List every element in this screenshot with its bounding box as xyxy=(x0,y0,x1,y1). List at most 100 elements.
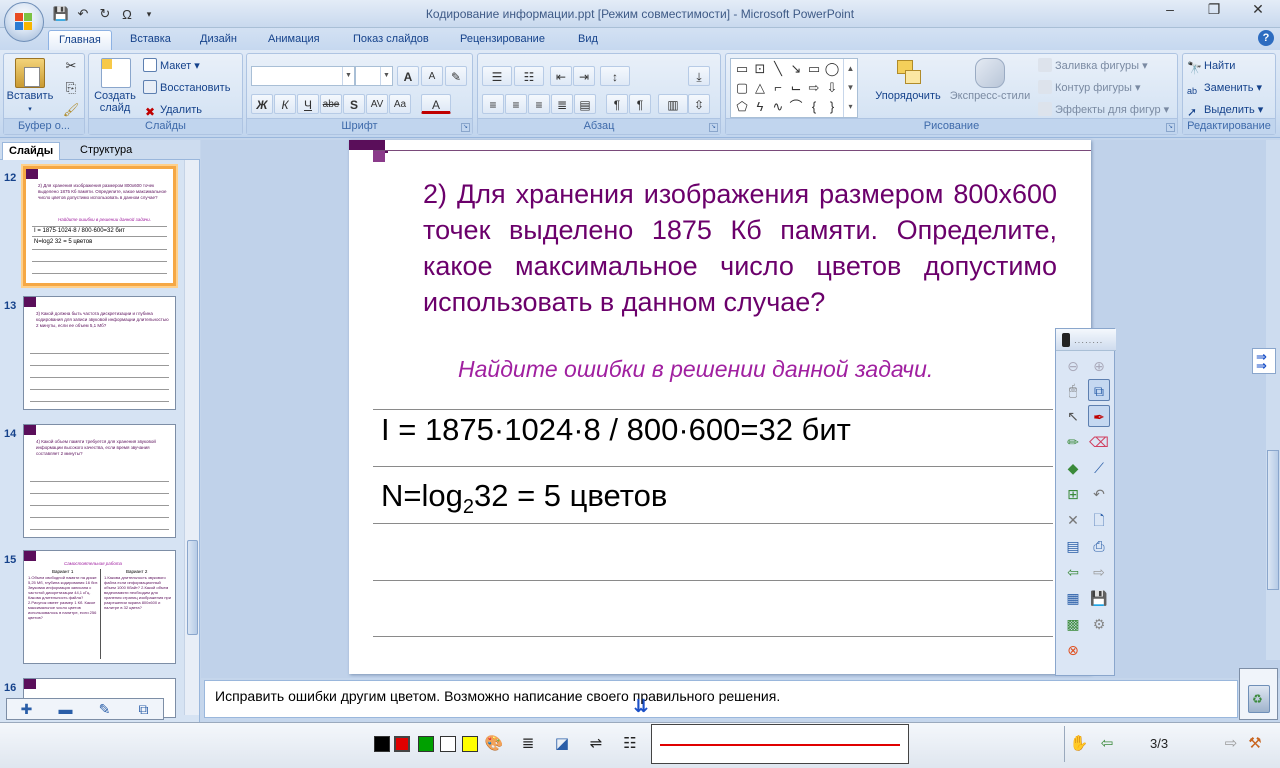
gallery-icon[interactable]: ▩ xyxy=(1062,613,1084,635)
previous-slide-icon[interactable]: ⇦ xyxy=(1096,734,1118,754)
select-button[interactable]: ➚ Выделить ▾ xyxy=(1187,100,1263,120)
font-name-combo[interactable]: ▼ xyxy=(251,66,355,86)
select-arrow-icon[interactable]: ↖ xyxy=(1062,405,1084,427)
line-spacing-icon[interactable]: ↕ xyxy=(600,66,630,86)
close-button[interactable]: ✕ xyxy=(1236,0,1280,20)
font-color-button[interactable]: A xyxy=(421,94,451,114)
down-arrows-icon[interactable]: ⇊ xyxy=(629,696,653,720)
shape-outline-button[interactable]: Контур фигуры ▾ xyxy=(1038,78,1141,98)
format-painter-icon[interactable]: 🖌 xyxy=(62,102,80,118)
mouse-icon[interactable]: 🖱 xyxy=(1062,379,1084,401)
expand-toolbar-icon[interactable]: ⇒ ⇒ xyxy=(1252,348,1276,374)
color-swatch-green[interactable] xyxy=(418,736,434,752)
close-icon[interactable]: ⊗ xyxy=(1062,639,1084,661)
color-swatch-white[interactable] xyxy=(440,736,456,752)
tab-design[interactable]: Дизайн xyxy=(190,30,247,50)
distribute-icon[interactable]: ▤ xyxy=(574,94,596,114)
textbox-shape-icon[interactable]: ▭ xyxy=(733,61,751,77)
triangle-shape-icon[interactable]: △ xyxy=(751,80,769,96)
line-tool-icon[interactable]: ⟋ xyxy=(1088,457,1110,479)
recycle-bin-icon[interactable]: ♻ xyxy=(1239,668,1278,720)
qat-customize-icon[interactable]: ▾ xyxy=(140,9,158,20)
zoom-in-icon[interactable]: ⊕ xyxy=(1088,355,1110,377)
text-direction-icon[interactable]: ⤓ xyxy=(688,66,710,86)
cut-icon[interactable]: ✂ xyxy=(62,58,80,74)
shapes-gallery[interactable]: ▭ ⊡ ╲ ↘ ▭ ◯ ▢ △ ⌐ ⌙ ⇨ ⇩ ⬠ ϟ ∿ ⌒ { } ▲ ▼ ▾ xyxy=(730,58,858,118)
tab-animation[interactable]: Анимация xyxy=(258,30,330,50)
redo-icon[interactable]: ↻ xyxy=(96,6,114,22)
numbering-icon[interactable]: ☷ xyxy=(514,66,544,86)
next-page-icon[interactable]: ⇨ xyxy=(1088,561,1110,583)
pen-tool-icon[interactable]: ✒ xyxy=(1088,405,1110,427)
change-case-button[interactable]: Aa xyxy=(389,94,411,114)
arrow-shape-icon[interactable]: ↘ xyxy=(787,61,805,77)
paragraph-dialog-launcher-icon[interactable]: ↘ xyxy=(709,123,718,132)
align-center-icon[interactable]: ≡ xyxy=(505,94,527,114)
grow-font-button[interactable]: A xyxy=(397,66,419,86)
highlighter-icon[interactable]: ✏ xyxy=(1062,431,1084,453)
slide-thumbnail-14[interactable]: 4) Какой объем памяти требуется для хран… xyxy=(23,424,176,538)
edit-slide-icon[interactable]: ✎ xyxy=(95,701,115,717)
align-text-icon[interactable]: ⇳ xyxy=(688,94,710,114)
color-swatch-red[interactable] xyxy=(394,736,410,752)
elbow-arrow-shape-icon[interactable]: ⌙ xyxy=(787,80,805,96)
duplicate-slide-icon[interactable]: ⧉ xyxy=(134,701,154,717)
underline-button[interactable]: Ч xyxy=(297,94,319,114)
drawing-dialog-launcher-icon[interactable]: ↘ xyxy=(1166,123,1175,132)
undo-icon[interactable]: ↶ xyxy=(74,6,92,22)
shapes-icon[interactable]: ◆ xyxy=(1062,457,1084,479)
delete-slide-button[interactable]: ✖ Удалить xyxy=(143,100,202,120)
scrollbar-thumb[interactable] xyxy=(1267,450,1279,590)
notes-text[interactable]: Исправить ошибки другим цветом. Возможно… xyxy=(215,688,780,704)
new-slide-button[interactable]: Создать слайд xyxy=(91,58,141,114)
shrink-font-button[interactable]: A xyxy=(421,66,443,86)
office-button[interactable] xyxy=(4,2,44,42)
minimize-button[interactable]: – xyxy=(1148,0,1192,20)
rounded-rect-shape-icon[interactable]: ▢ xyxy=(733,80,751,96)
pentagon-shape-icon[interactable]: ⬠ xyxy=(733,99,751,115)
bold-button[interactable]: Ж xyxy=(251,94,273,114)
add-slide-icon[interactable]: ✚ xyxy=(17,701,37,717)
tab-review[interactable]: Рецензирование xyxy=(450,30,555,50)
line-style-icon[interactable]: ⇌ xyxy=(585,734,607,754)
reset-button[interactable]: Восстановить xyxy=(143,78,230,98)
save-icon[interactable]: 💾 xyxy=(1088,587,1110,609)
tools-icon[interactable]: ⚒ xyxy=(1244,734,1266,754)
gallery-scroll[interactable]: ▲ ▼ ▾ xyxy=(843,59,857,117)
italic-button[interactable]: К xyxy=(274,94,296,114)
settings-icon[interactable]: ⚙ xyxy=(1088,613,1110,635)
zoom-out-icon[interactable]: ⊖ xyxy=(1062,355,1084,377)
editor-scrollbar[interactable] xyxy=(1266,140,1280,660)
copy-pages-icon[interactable]: ⧉ xyxy=(1088,379,1110,401)
blank-page-icon[interactable]: 🗋 xyxy=(1088,509,1110,531)
shadow-button[interactable]: S xyxy=(343,94,365,114)
remove-slide-icon[interactable]: ▬ xyxy=(56,701,76,717)
slide-thumbnail-12[interactable]: 2) Для хранения изображения размером 800… xyxy=(23,166,176,286)
transparency-icon[interactable]: ◪ xyxy=(551,734,573,754)
lightning-shape-icon[interactable]: ϟ xyxy=(751,99,769,115)
quick-styles-button[interactable]: Экспресс-стили xyxy=(944,58,1036,103)
find-button[interactable]: 🔭 Найти xyxy=(1187,56,1235,76)
palette-icon[interactable]: 🎨 xyxy=(483,734,505,754)
font-size-combo[interactable]: ▼ xyxy=(355,66,393,86)
palette-drag-handle[interactable]: ········ xyxy=(1056,329,1116,351)
justify-icon[interactable]: ≣ xyxy=(551,94,573,114)
decrease-indent-icon[interactable]: ⇤ xyxy=(550,66,572,86)
oval-shape-icon[interactable]: ◯ xyxy=(823,61,841,77)
undo-icon[interactable]: ↶ xyxy=(1088,483,1110,505)
char-spacing-button[interactable]: AV xyxy=(366,94,388,114)
vertical-textbox-shape-icon[interactable]: ⊡ xyxy=(751,61,769,77)
tab-home[interactable]: Главная xyxy=(48,30,112,50)
right-brace-shape-icon[interactable]: } xyxy=(823,99,841,115)
tab-slides[interactable]: Слайды xyxy=(2,142,61,160)
hand-pointer-icon[interactable]: ✋ xyxy=(1068,734,1090,754)
down-arrow-shape-icon[interactable]: ⇩ xyxy=(823,80,841,96)
save-icon[interactable]: 💾 xyxy=(52,6,70,22)
elbow-connector-shape-icon[interactable]: ⌐ xyxy=(769,80,787,96)
help-icon[interactable]: ? xyxy=(1258,30,1274,46)
previous-page-icon[interactable]: ⇦ xyxy=(1062,561,1084,583)
paste-button[interactable]: Вставить ▾ xyxy=(6,58,54,116)
restore-button[interactable]: ❐ xyxy=(1192,0,1236,20)
scrollbar-thumb[interactable] xyxy=(187,540,198,635)
color-swatch-black[interactable] xyxy=(374,736,390,752)
